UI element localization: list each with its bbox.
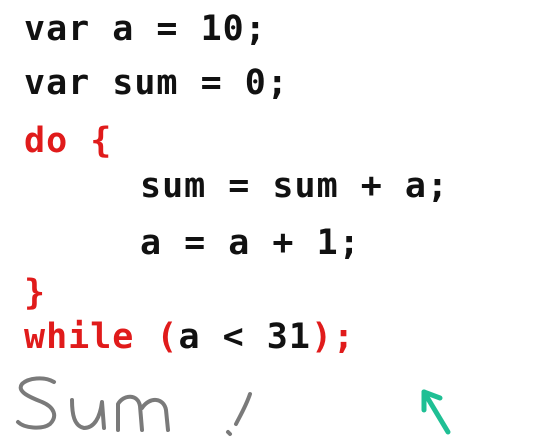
code-line-2: var sum = 0; [24,63,289,103]
code-line-while: while (a < 31); [24,320,355,355]
code-line-do: do { [24,121,113,161]
code-line-sum-add: sum = sum + a; [140,166,450,206]
code-line-increment: a = a + 1; [140,223,361,263]
while-close: ); [310,317,356,357]
handwritten-annotation [16,376,252,436]
while-condition: a < 31 [178,317,311,357]
arrow-up-left-icon [421,389,451,435]
while-keyword: while ( [24,317,179,357]
code-line-1: var a = 10; [24,9,267,49]
code-line-close-brace: } [24,273,47,313]
